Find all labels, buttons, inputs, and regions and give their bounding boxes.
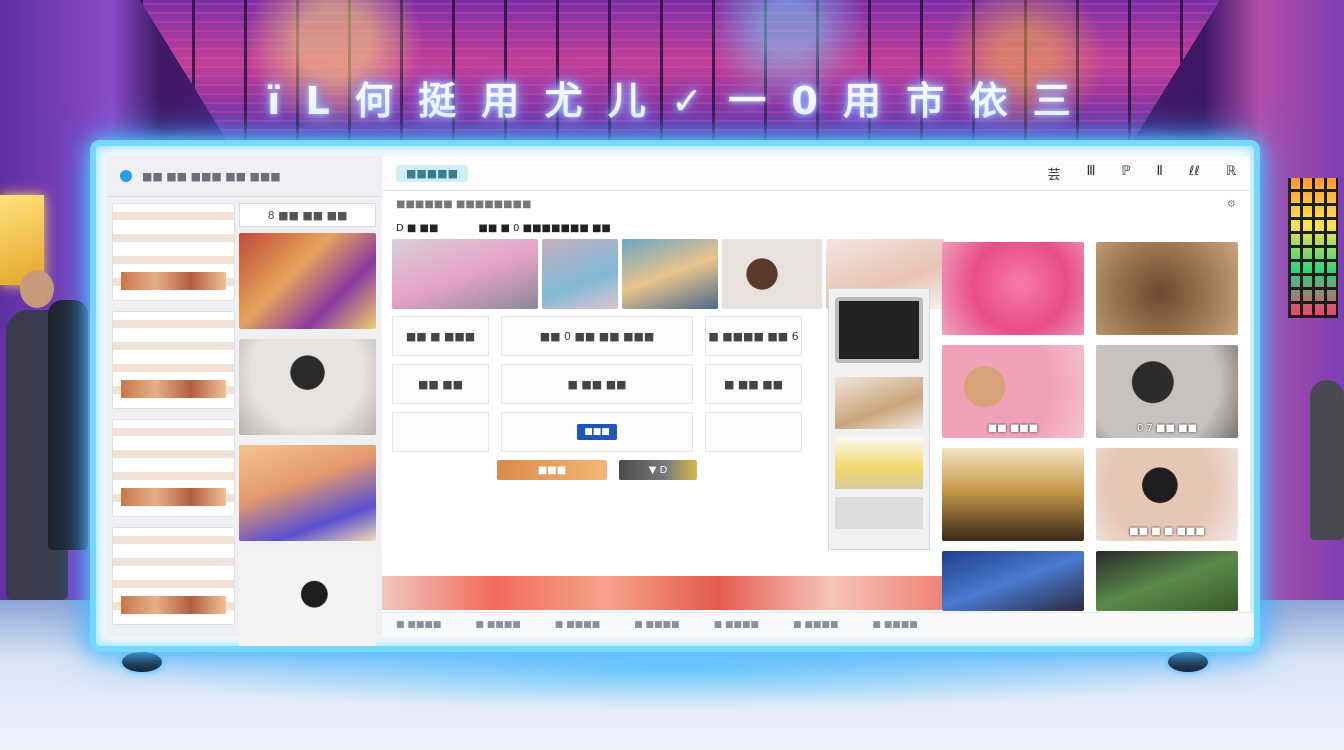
list-item[interactable] [112, 311, 236, 409]
image-tile[interactable] [835, 377, 923, 429]
image-strip [382, 576, 942, 610]
person-right [1310, 380, 1344, 540]
footer-item[interactable]: ■ ■■■■ [396, 620, 441, 630]
image-tile[interactable] [542, 239, 618, 309]
list-item[interactable] [239, 233, 376, 329]
screen-foot-left [122, 652, 162, 672]
image-tile[interactable] [392, 239, 538, 309]
form-cell[interactable]: ■ ■■■■ ■■ 6 [705, 316, 802, 356]
main-toolbar: ■■■■■ 芸 Ⅲ ℙ Ⅱ ℓℓ ℝ [382, 156, 1250, 191]
thumbnail-column-a [112, 203, 236, 646]
side-panel-header: ■■ ■■ ■■■ ■■ ■■■ [106, 156, 382, 197]
sub-toolbar-text: ■■■■■■ ■■■■■■■■ [396, 198, 532, 210]
tool-icon[interactable]: Ⅲ [1086, 164, 1095, 183]
form-row: ■■■ [392, 412, 802, 452]
thumbnail-column-b: 8 ■■ ■■ ■■ [239, 203, 376, 646]
preview-column [828, 288, 930, 550]
footer-item[interactable]: ■ ■■■■ [793, 620, 838, 630]
tab-active[interactable]: ■■■■■ [396, 164, 468, 182]
form-row: ■■ ■■ ■ ■■ ■■ ■ ■■ ■■ [392, 364, 802, 404]
neon-sign: ï L 何 挺 用 尤 儿 ✓ 一 0 用 市 依 三 [267, 79, 1077, 123]
dark-button[interactable]: ▼ D [619, 460, 697, 480]
primary-button[interactable]: ■■■ [577, 424, 617, 440]
list-item[interactable] [112, 419, 236, 517]
form-cell[interactable] [705, 412, 802, 452]
photo-caption: ■■ ■■■ [987, 423, 1039, 434]
image-tile[interactable] [835, 437, 923, 489]
side-columns: 8 ■■ ■■ ■■ [106, 197, 382, 646]
form-cell[interactable]: ■ ■■ ■■ [501, 364, 693, 404]
image-tile[interactable] [622, 239, 718, 309]
list-item[interactable] [239, 339, 376, 435]
display-screen: ■■ ■■ ■■■ ■■ ■■■ 8 ■■ ■■ ■■ ■■■■■ 芸 Ⅲ ℙ … [90, 140, 1260, 652]
form-cell[interactable]: ■■ ■ ■■■ [392, 316, 489, 356]
breadcrumb-item[interactable]: ■■ ■ 0 ■■■■■■■ ■■ [478, 223, 610, 234]
floor-glow [90, 650, 1260, 710]
form-row: ■■ ■ ■■■ ■■ 0 ■■ ■■ ■■■ ■ ■■■■ ■■ 6 [392, 316, 802, 356]
list-item[interactable] [239, 445, 376, 541]
person-background-left [48, 300, 88, 550]
main-panel: ■■■■■ 芸 Ⅲ ℙ Ⅱ ℓℓ ℝ ■■■■■■ ■■■■■■■■ ⚙ D ■… [382, 156, 1254, 637]
device-image[interactable] [835, 297, 923, 363]
form-cell[interactable]: ■■■ [501, 412, 693, 452]
list-item[interactable] [239, 551, 376, 646]
breadcrumb-item[interactable]: D ■ ■■ [396, 223, 438, 234]
tool-icon[interactable]: ℓℓ [1189, 164, 1200, 183]
photo-tile[interactable] [1096, 242, 1238, 335]
photo-tile[interactable] [1096, 551, 1238, 611]
form-cell[interactable]: ■ ■■ ■■ [705, 364, 802, 404]
side-panel-title: ■■ ■■ ■■■ ■■ ■■■ [142, 169, 281, 183]
photo-tile[interactable] [942, 448, 1084, 541]
form-cell[interactable]: ■■ 0 ■■ ■■ ■■■ [501, 316, 693, 356]
tool-icon[interactable]: 芸 [1047, 164, 1060, 183]
form-cell[interactable] [392, 412, 489, 452]
settings-icon[interactable]: ⚙ [1227, 199, 1236, 210]
image-tile[interactable] [722, 239, 822, 309]
photo-caption: 0 7 ■■ ■■ [1136, 423, 1198, 434]
column-title: 8 ■■ ■■ ■■ [239, 203, 376, 227]
orange-button[interactable]: ■■■ [497, 460, 607, 480]
footer-item[interactable]: ■ ■■■■ [555, 620, 600, 630]
photo-tile[interactable]: 0 7 ■■ ■■ [1096, 345, 1238, 438]
wall-artwork-right [1288, 178, 1338, 318]
breadcrumb: D ■ ■■ ■■ ■ 0 ■■■■■■■ ■■ [382, 217, 1250, 239]
footer-item[interactable]: ■ ■■■■ [872, 620, 917, 630]
tool-icon[interactable]: ℝ [1226, 164, 1236, 183]
photo-tile[interactable]: ■■ ■■■ [942, 345, 1084, 438]
sub-toolbar: ■■■■■■ ■■■■■■■■ ⚙ [382, 191, 1250, 217]
photo-grid: ■■ ■■■ 0 7 ■■ ■■ ■■ ■ ■ ■■■ [942, 242, 1238, 611]
person-head [20, 270, 54, 308]
list-item[interactable] [112, 203, 236, 301]
photo-tile[interactable] [942, 551, 1084, 611]
tab-bar: ■■■■■ [396, 164, 468, 182]
photo-caption: ■■ ■ ■ ■■■ [1129, 526, 1205, 537]
list-item[interactable] [112, 527, 236, 625]
screen-foot-right [1168, 652, 1208, 672]
photo-tile[interactable]: ■■ ■ ■ ■■■ [1096, 448, 1238, 541]
footer-item[interactable]: ■ ■■■■ [475, 620, 520, 630]
tool-icon[interactable]: ℙ [1121, 164, 1130, 183]
status-dot-icon [120, 170, 132, 182]
button-row: ■■■ ▼ D [392, 460, 802, 480]
form-cell[interactable]: ■■ ■■ [392, 364, 489, 404]
form-area: ■■ ■ ■■■ ■■ 0 ■■ ■■ ■■■ ■ ■■■■ ■■ 6 ■■ ■… [392, 316, 802, 488]
photo-tile[interactable] [942, 242, 1084, 335]
footer-bar: ■ ■■■■ ■ ■■■■ ■ ■■■■ ■ ■■■■ ■ ■■■■ ■ ■■■… [382, 612, 1254, 637]
tool-icon[interactable]: Ⅱ [1157, 164, 1163, 183]
toolbar-icons: 芸 Ⅲ ℙ Ⅱ ℓℓ ℝ [1047, 164, 1236, 183]
footer-item[interactable]: ■ ■■■■ [714, 620, 759, 630]
image-tile[interactable] [835, 497, 923, 529]
side-panel: ■■ ■■ ■■■ ■■ ■■■ 8 ■■ ■■ ■■ [106, 156, 383, 646]
footer-item[interactable]: ■ ■■■■ [634, 620, 679, 630]
